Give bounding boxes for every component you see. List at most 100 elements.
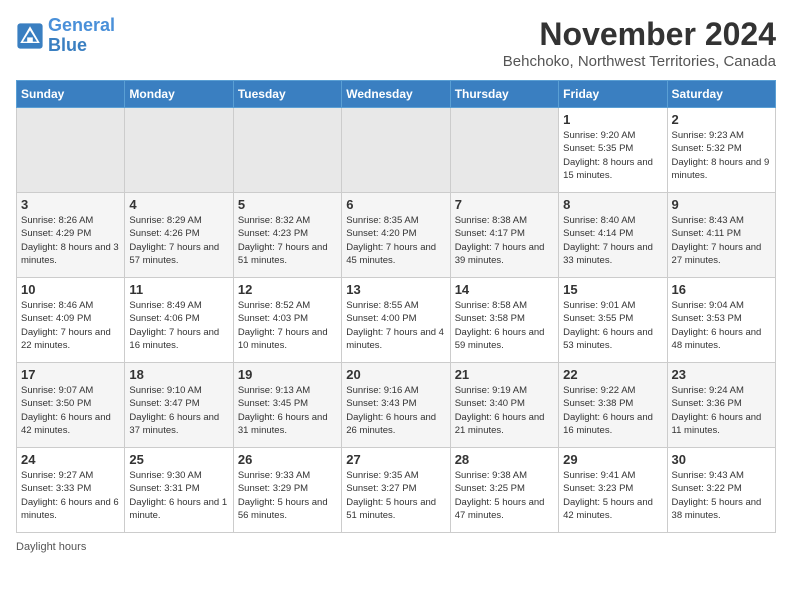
day-info: Sunrise: 8:46 AM Sunset: 4:09 PM Dayligh… [21,299,120,352]
day-info: Sunrise: 8:55 AM Sunset: 4:00 PM Dayligh… [346,299,445,352]
day-cell: 17 Sunrise: 9:07 AM Sunset: 3:50 PM Dayli… [17,363,125,448]
day-header-monday: Monday [125,81,233,108]
day-header-friday: Friday [559,81,667,108]
day-info: Sunrise: 9:01 AM Sunset: 3:55 PM Dayligh… [563,299,662,352]
day-cell: 16 Sunrise: 9:04 AM Sunset: 3:53 PM Dayli… [667,278,775,363]
day-number: 23 [672,367,771,382]
day-cell: 9 Sunrise: 8:43 AM Sunset: 4:11 PM Daylig… [667,193,775,278]
day-info: Sunrise: 9:04 AM Sunset: 3:53 PM Dayligh… [672,299,771,352]
day-number: 6 [346,197,445,212]
day-info: Sunrise: 8:40 AM Sunset: 4:14 PM Dayligh… [563,214,662,267]
day-cell: 8Sunrise: 8:40 AM Sunset: 4:14 PM Daylig… [559,193,667,278]
month-title: November 2024 [503,16,776,53]
day-info: Sunrise: 9:13 AM Sunset: 3:45 PM Dayligh… [238,384,337,437]
week-row-2: 10 Sunrise: 8:46 AM Sunset: 4:09 PM Dayli… [17,278,776,363]
day-info: Sunrise: 9:43 AM Sunset: 3:22 PM Dayligh… [672,469,771,522]
day-info: Sunrise: 9:33 AM Sunset: 3:29 PM Dayligh… [238,469,337,522]
day-info: Sunrise: 9:10 AM Sunset: 3:47 PM Dayligh… [129,384,228,437]
day-number: 5 [238,197,337,212]
day-cell: 4 Sunrise: 8:29 AM Sunset: 4:26 PM Daylig… [125,193,233,278]
day-cell: 26Sunrise: 9:33 AM Sunset: 3:29 PM Dayli… [233,448,341,533]
day-cell [450,108,558,193]
day-number: 1 [563,112,662,127]
day-info: Sunrise: 9:24 AM Sunset: 3:36 PM Dayligh… [672,384,771,437]
day-cell: 2Sunrise: 9:23 AM Sunset: 5:32 PM Daylig… [667,108,775,193]
day-number: 17 [21,367,120,382]
day-header-wednesday: Wednesday [342,81,450,108]
day-number: 11 [129,282,228,297]
day-info: Sunrise: 9:30 AM Sunset: 3:31 PM Dayligh… [129,469,228,522]
week-row-3: 17 Sunrise: 9:07 AM Sunset: 3:50 PM Dayli… [17,363,776,448]
day-info: Sunrise: 9:23 AM Sunset: 5:32 PM Dayligh… [672,129,771,182]
logo-line2: Blue [48,35,87,55]
subtitle: Behchoko, Northwest Territories, Canada [503,53,776,70]
day-info: Sunrise: 8:26 AM Sunset: 4:29 PM Dayligh… [21,214,120,267]
day-cell: 7 Sunrise: 8:38 AM Sunset: 4:17 PM Daylig… [450,193,558,278]
daylight-hours-label: Daylight hours [16,541,86,553]
day-cell: 29Sunrise: 9:41 AM Sunset: 3:23 PM Dayli… [559,448,667,533]
day-cell: 23 Sunrise: 9:24 AM Sunset: 3:36 PM Dayli… [667,363,775,448]
day-info: Sunrise: 8:29 AM Sunset: 4:26 PM Dayligh… [129,214,228,267]
day-number: 10 [21,282,120,297]
day-number: 15 [563,282,662,297]
day-cell: 18 Sunrise: 9:10 AM Sunset: 3:47 PM Dayli… [125,363,233,448]
day-info: Sunrise: 9:27 AM Sunset: 3:33 PM Dayligh… [21,469,120,522]
day-number: 21 [455,367,554,382]
day-cell: 6 Sunrise: 8:35 AM Sunset: 4:20 PM Daylig… [342,193,450,278]
day-info: Sunrise: 8:43 AM Sunset: 4:11 PM Dayligh… [672,214,771,267]
day-cell: 5Sunrise: 8:32 AM Sunset: 4:23 PM Daylig… [233,193,341,278]
logo-line1: General [48,15,115,35]
day-header-saturday: Saturday [667,81,775,108]
day-number: 4 [129,197,228,212]
day-info: Sunrise: 9:22 AM Sunset: 3:38 PM Dayligh… [563,384,662,437]
day-cell: 24 Sunrise: 9:27 AM Sunset: 3:33 PM Dayli… [17,448,125,533]
day-info: Sunrise: 8:52 AM Sunset: 4:03 PM Dayligh… [238,299,337,352]
day-info: Sunrise: 8:35 AM Sunset: 4:20 PM Dayligh… [346,214,445,267]
day-info: Sunrise: 9:16 AM Sunset: 3:43 PM Dayligh… [346,384,445,437]
day-number: 18 [129,367,228,382]
day-cell [17,108,125,193]
day-number: 29 [563,452,662,467]
day-number: 9 [672,197,771,212]
day-number: 30 [672,452,771,467]
day-info: Sunrise: 9:19 AM Sunset: 3:40 PM Dayligh… [455,384,554,437]
day-number: 16 [672,282,771,297]
day-header-thursday: Thursday [450,81,558,108]
day-cell: 14 Sunrise: 8:58 AM Sunset: 3:58 PM Dayli… [450,278,558,363]
day-number: 22 [563,367,662,382]
day-cell: 27Sunrise: 9:35 AM Sunset: 3:27 PM Dayli… [342,448,450,533]
calendar: SundayMondayTuesdayWednesdayThursdayFrid… [16,80,776,533]
day-info: Sunrise: 9:20 AM Sunset: 5:35 PM Dayligh… [563,129,662,182]
day-cell: 1 Sunrise: 9:20 AM Sunset: 5:35 PM Daylig… [559,108,667,193]
day-info: Sunrise: 8:58 AM Sunset: 3:58 PM Dayligh… [455,299,554,352]
day-cell: 22 Sunrise: 9:22 AM Sunset: 3:38 PM Dayli… [559,363,667,448]
day-info: Sunrise: 8:38 AM Sunset: 4:17 PM Dayligh… [455,214,554,267]
day-cell [125,108,233,193]
day-header-sunday: Sunday [17,81,125,108]
day-cell: 13 Sunrise: 8:55 AM Sunset: 4:00 PM Dayli… [342,278,450,363]
day-number: 14 [455,282,554,297]
day-cell [342,108,450,193]
day-cell: 25 Sunrise: 9:30 AM Sunset: 3:31 PM Dayli… [125,448,233,533]
day-cell [233,108,341,193]
day-info: Sunrise: 9:07 AM Sunset: 3:50 PM Dayligh… [21,384,120,437]
calendar-body: 1 Sunrise: 9:20 AM Sunset: 5:35 PM Daylig… [17,108,776,533]
day-number: 13 [346,282,445,297]
day-number: 24 [21,452,120,467]
day-number: 20 [346,367,445,382]
logo: General Blue [16,16,115,56]
day-cell: 28Sunrise: 9:38 AM Sunset: 3:25 PM Dayli… [450,448,558,533]
day-cell: 20 Sunrise: 9:16 AM Sunset: 3:43 PM Dayli… [342,363,450,448]
day-number: 25 [129,452,228,467]
day-cell: 15 Sunrise: 9:01 AM Sunset: 3:55 PM Dayli… [559,278,667,363]
week-row-1: 3Sunrise: 8:26 AM Sunset: 4:29 PM Daylig… [17,193,776,278]
legend: Daylight hours [16,541,776,553]
calendar-header-row: SundayMondayTuesdayWednesdayThursdayFrid… [17,81,776,108]
day-number: 12 [238,282,337,297]
day-cell: 21 Sunrise: 9:19 AM Sunset: 3:40 PM Dayli… [450,363,558,448]
header: General Blue November 2024 Behchoko, Nor… [16,16,776,70]
logo-icon [16,22,44,50]
logo-text: General Blue [48,16,115,56]
day-cell: 11Sunrise: 8:49 AM Sunset: 4:06 PM Dayli… [125,278,233,363]
day-number: 7 [455,197,554,212]
